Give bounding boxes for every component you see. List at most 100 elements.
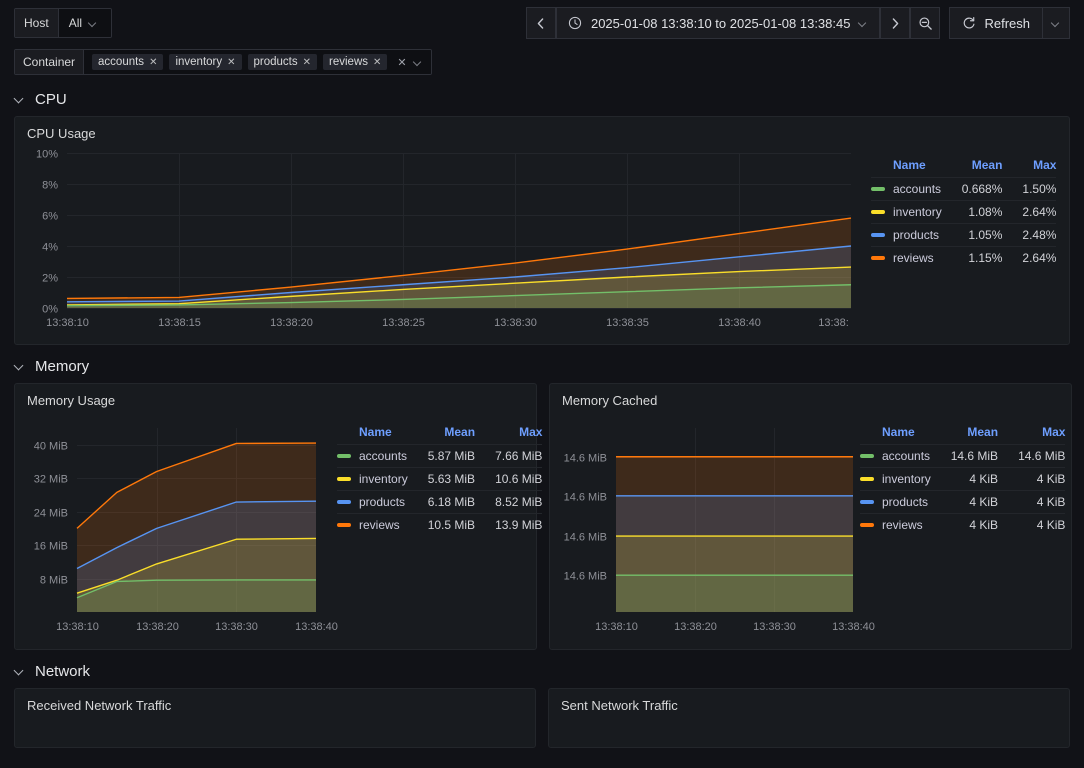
- chevron-down-icon: [14, 666, 25, 677]
- legend-row[interactable]: reviews 4 KiB 4 KiB: [860, 513, 1066, 536]
- memory-usage-legend[interactable]: Name Mean Max accounts 5.87 MiB 7.66 MiB inven…: [337, 422, 543, 536]
- close-icon[interactable]: ✕: [303, 57, 311, 68]
- section-network: Network Received Network Traffic Sent Ne…: [0, 654, 1084, 748]
- x-axis-tick: 13:38:10: [595, 621, 638, 633]
- legend-max-value: 2.64%: [1002, 200, 1057, 224]
- refresh-button[interactable]: Refresh: [949, 7, 1042, 39]
- y-axis-tick: 14.6 MiB: [564, 532, 607, 544]
- legend-mean-value: 4 KiB: [930, 490, 999, 514]
- container-variable-chips[interactable]: accounts ✕ inventory ✕ products ✕ review…: [84, 50, 431, 74]
- legend-row[interactable]: inventory 4 KiB 4 KiB: [860, 467, 1066, 491]
- cpu-usage-legend[interactable]: Name Mean Max accounts 0.668% 1.50% inventory 1…: [871, 155, 1057, 269]
- legend-header-name[interactable]: Name: [337, 422, 408, 445]
- legend-row[interactable]: inventory 1.08% 2.64%: [871, 200, 1057, 224]
- y-axis-tick: 0%: [42, 304, 58, 316]
- legend-row[interactable]: accounts 0.668% 1.50%: [871, 177, 1057, 201]
- x-axis-tick: 13:38:40: [832, 621, 875, 633]
- zoom-out-icon: [919, 16, 932, 30]
- legend-header-max[interactable]: Max: [1002, 155, 1056, 178]
- toolbar: Host All 2025-01-08 13:38:10 to 2025-01-…: [0, 0, 1084, 46]
- y-axis-tick: 10%: [36, 149, 58, 161]
- network-panel-row: Received Network Traffic Sent Network Tr…: [14, 688, 1070, 748]
- legend-mean-value: 1.05%: [941, 223, 1003, 247]
- memory-cached-legend[interactable]: Name Mean Max accounts 14.6 MiB 14.6 MiB inven…: [860, 422, 1066, 536]
- section-cpu: CPU CPU Usage 0% 2% 4% 6% 8% 10% 13:38:10 13:38…: [0, 82, 1084, 345]
- container-variable-label: Container: [15, 50, 85, 74]
- legend-series-name[interactable]: inventory: [860, 467, 931, 491]
- legend-row[interactable]: accounts 14.6 MiB 14.6 MiB: [860, 444, 1066, 468]
- container-variable[interactable]: Container accounts ✕ inventory ✕ product…: [14, 49, 432, 75]
- legend-header-mean[interactable]: Mean: [942, 155, 1003, 178]
- legend-series-name[interactable]: accounts: [337, 444, 408, 468]
- x-axis-tick: 13:38:35: [606, 317, 649, 329]
- legend-header-name[interactable]: Name: [860, 422, 931, 445]
- section-header-cpu[interactable]: CPU: [14, 82, 1070, 116]
- x-axis-tick: 13:38:15: [158, 317, 201, 329]
- legend-color-swatch: [860, 454, 874, 458]
- legend-series-name[interactable]: reviews: [871, 246, 942, 269]
- time-shift-back-button[interactable]: [525, 7, 556, 39]
- legend-series-name[interactable]: accounts: [871, 177, 942, 201]
- legend-series-name[interactable]: products: [871, 223, 942, 247]
- close-icon[interactable]: ✕: [227, 57, 235, 68]
- legend-series-name[interactable]: inventory: [871, 200, 942, 224]
- zoom-out-button[interactable]: [910, 7, 941, 39]
- legend-mean-value: 0.668%: [941, 177, 1003, 201]
- legend-row[interactable]: products 1.05% 2.48%: [871, 223, 1057, 247]
- y-axis-tick: 14.6 MiB: [564, 453, 607, 465]
- legend-series-name[interactable]: reviews: [860, 513, 931, 536]
- chip-accounts[interactable]: accounts ✕: [92, 54, 164, 70]
- panel-cpu-usage: CPU Usage 0% 2% 4% 6% 8% 10% 13:38:10 13:38:15 1…: [14, 116, 1070, 345]
- legend-series-name[interactable]: accounts: [860, 444, 931, 468]
- y-axis-tick: 6%: [42, 211, 58, 223]
- legend-color-swatch: [337, 523, 351, 527]
- chevron-down-icon[interactable]: [414, 58, 423, 67]
- section-header-network[interactable]: Network: [14, 654, 1070, 688]
- legend-series-name[interactable]: products: [860, 490, 931, 514]
- legend-mean-value: 14.6 MiB: [930, 444, 999, 468]
- host-variable[interactable]: Host All: [14, 8, 112, 38]
- legend-color-swatch: [337, 477, 351, 481]
- legend-max-value: 4 KiB: [998, 490, 1066, 514]
- legend-row[interactable]: products 6.18 MiB 8.52 MiB: [337, 490, 543, 514]
- clear-all-icon[interactable]: ✕: [397, 56, 406, 69]
- y-axis-tick: 40 MiB: [34, 441, 68, 453]
- legend-header-name[interactable]: Name: [871, 155, 942, 178]
- y-axis-tick: 14.6 MiB: [564, 571, 607, 583]
- refresh-icon: [964, 16, 975, 29]
- legend-header-max[interactable]: Max: [998, 422, 1065, 445]
- legend-row[interactable]: reviews 1.15% 2.64%: [871, 246, 1057, 269]
- memory-panel-row: Memory Usage 8 MiB 16 MiB 24 MiB 32 MiB 40 M…: [14, 383, 1072, 650]
- legend-header-mean[interactable]: Mean: [931, 422, 998, 445]
- legend-row[interactable]: inventory 5.63 MiB 10.6 MiB: [337, 467, 543, 491]
- clock-icon: [568, 16, 582, 30]
- close-icon[interactable]: ✕: [149, 57, 157, 68]
- x-axis-tick: 13:38:25: [382, 317, 425, 329]
- x-axis-tick: 13:38:40: [718, 317, 761, 329]
- chip-inventory[interactable]: inventory ✕: [169, 54, 242, 70]
- panel-memory-usage: Memory Usage 8 MiB 16 MiB 24 MiB 32 MiB 40 M…: [14, 383, 543, 650]
- legend-row[interactable]: products 4 KiB 4 KiB: [860, 490, 1066, 514]
- time-shift-forward-button[interactable]: [880, 7, 911, 39]
- legend-series-name[interactable]: products: [337, 490, 408, 514]
- section-header-memory[interactable]: Memory: [14, 349, 1070, 383]
- legend-series-name[interactable]: reviews: [337, 513, 408, 536]
- host-variable-label: Host: [15, 9, 59, 37]
- legend-mean-value: 1.08%: [941, 200, 1003, 224]
- legend-series-name[interactable]: inventory: [337, 467, 408, 491]
- close-icon[interactable]: ✕: [373, 57, 381, 68]
- legend-mean-value: 1.15%: [941, 246, 1003, 269]
- legend-header-max[interactable]: Max: [475, 422, 542, 445]
- chip-products[interactable]: products ✕: [247, 54, 318, 70]
- y-axis-tick: 14.6 MiB: [564, 492, 607, 504]
- host-variable-value[interactable]: All: [58, 9, 111, 37]
- time-range-picker[interactable]: 2025-01-08 13:38:10 to 2025-01-08 13:38:…: [555, 7, 881, 39]
- legend-row[interactable]: accounts 5.87 MiB 7.66 MiB: [337, 444, 543, 468]
- section-memory: Memory Memory Usage 8 MiB 16 MiB 24 MiB 32 …: [0, 349, 1084, 650]
- chip-reviews[interactable]: reviews ✕: [323, 54, 388, 70]
- y-axis-tick: 2%: [42, 273, 58, 285]
- legend-row[interactable]: reviews 10.5 MiB 13.9 MiB: [337, 513, 543, 536]
- refresh-interval-dropdown[interactable]: [1042, 7, 1070, 39]
- x-axis-tick: 13:38:10: [46, 317, 89, 329]
- legend-header-mean[interactable]: Mean: [408, 422, 475, 445]
